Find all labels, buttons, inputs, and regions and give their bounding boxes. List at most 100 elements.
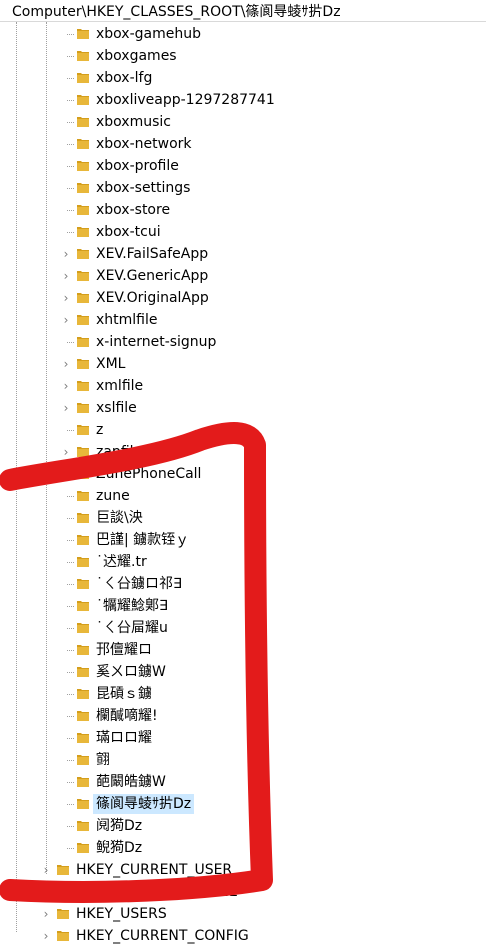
chevron-right-icon[interactable]: › <box>60 314 72 326</box>
tree-item-label[interactable]: 璊ロロ耀 <box>93 728 155 748</box>
tree-item[interactable]: 篠阆㝵䗀ｻ扸Dz <box>0 793 486 815</box>
tree-item[interactable]: › HKEY_USERS <box>0 903 486 925</box>
tree-item[interactable]: 翧 <box>0 749 486 771</box>
tree-item[interactable]: 欄醎嘀耀! <box>0 705 486 727</box>
tree-item-label[interactable]: HKEY_CURRENT_USER <box>73 860 235 880</box>
tree-item-label[interactable]: 翧 <box>93 750 113 770</box>
tree-item[interactable]: ˙迖耀.tr <box>0 551 486 573</box>
tree-item-label[interactable]: XEV.GenericApp <box>93 266 211 286</box>
registry-tree[interactable]: xbox-gamehub xboxgames xbox-lfg xboxliveapp… <box>0 22 486 944</box>
tree-item-label[interactable]: xbox-settings <box>93 178 193 198</box>
tree-item-label[interactable]: HKEY_USERS <box>73 904 170 924</box>
tree-item-label[interactable]: ˙ㄑ㕣鐪ロ祁∃ <box>93 574 185 594</box>
tree-item[interactable]: › HKEY_LOCAL_MACHINE <box>0 881 486 903</box>
tree-item-label[interactable]: ZunePhoneCall <box>93 464 204 484</box>
tree-item-label[interactable]: xbox-network <box>93 134 195 154</box>
tree-item[interactable]: › XEV.GenericApp <box>0 265 486 287</box>
tree-item-label[interactable]: XEV.OriginalApp <box>93 288 212 308</box>
tree-item[interactable]: › XEV.FailSafeApp <box>0 243 486 265</box>
tree-item[interactable]: 邘儃耀ロ <box>0 639 486 661</box>
tree-item[interactable]: › zapfil <box>0 441 486 463</box>
tree-item[interactable]: xbox-tcui <box>0 221 486 243</box>
tree-item[interactable]: › XEV.OriginalApp <box>0 287 486 309</box>
chevron-right-icon[interactable]: › <box>40 864 52 876</box>
tree-item[interactable]: 璊ロロ耀 <box>0 727 486 749</box>
tree-item-label[interactable]: xboxliveapp-1297287741 <box>93 90 278 110</box>
tree-item[interactable]: ˙ㄑ㕣屇耀u <box>0 617 486 639</box>
tree-item-label[interactable]: ˙迖耀.tr <box>93 552 150 572</box>
tree-item-label[interactable]: xbox-tcui <box>93 222 164 242</box>
tree-item-label[interactable]: 巴謹| 鐪款铚ｙ <box>93 530 192 550</box>
tree-item[interactable]: 巴謹| 鐪款铚ｙ <box>0 529 486 551</box>
tree-item[interactable]: xboxgames <box>0 45 486 67</box>
tree-item[interactable]: ˙犡耀鯰鄓∃ <box>0 595 486 617</box>
chevron-right-icon[interactable]: › <box>40 908 52 920</box>
tree-item[interactable]: 奚ㄨロ鐪W <box>0 661 486 683</box>
tree-item-label[interactable]: xslfile <box>93 398 140 418</box>
tree-item-label[interactable]: zune <box>93 486 133 506</box>
chevron-right-icon[interactable]: › <box>60 380 72 392</box>
tree-item-label[interactable]: ˙ㄑ㕣屇耀u <box>93 618 171 638</box>
tree-item-label[interactable]: xboxgames <box>93 46 180 66</box>
tree-item[interactable]: xbox-store <box>0 199 486 221</box>
tree-item[interactable]: xbox-settings <box>0 177 486 199</box>
tree-item-label[interactable]: xhtmlfile <box>93 310 161 330</box>
tree-item-label[interactable]: HKEY_CURRENT_CONFIG <box>73 926 252 946</box>
tree-item[interactable]: › ZunePhoneCall <box>0 463 486 485</box>
tree-item-label[interactable]: XML <box>93 354 128 374</box>
tree-item-label[interactable]: xbox-profile <box>93 156 182 176</box>
tree-item[interactable]: 巨談\泱 <box>0 507 486 529</box>
tree-item[interactable]: xboxliveapp-1297287741 <box>0 89 486 111</box>
tree-item[interactable]: xbox-profile <box>0 155 486 177</box>
tree-connector <box>67 56 74 57</box>
tree-item[interactable]: ˙ㄑ㕣鐪ロ祁∃ <box>0 573 486 595</box>
tree-item-label[interactable]: xbox-gamehub <box>93 24 204 44</box>
tree-item-label[interactable]: 鲵㺃Dz <box>93 838 145 858</box>
tree-item-label[interactable]: 邘儃耀ロ <box>93 640 155 660</box>
chevron-right-icon[interactable]: › <box>60 248 72 260</box>
chevron-right-icon[interactable]: › <box>60 358 72 370</box>
tree-item[interactable]: › HKEY_CURRENT_CONFIG <box>0 925 486 947</box>
tree-item-label[interactable]: xbox-lfg <box>93 68 155 88</box>
chevron-right-icon[interactable]: › <box>60 292 72 304</box>
tree-item-label[interactable]: xmlfile <box>93 376 146 396</box>
tree-item-label-selected[interactable]: 篠阆㝵䗀ｻ扸Dz <box>93 794 195 814</box>
folder-icon <box>77 513 89 523</box>
tree-item[interactable]: 阋㺃Dz <box>0 815 486 837</box>
chevron-right-icon[interactable]: › <box>60 446 72 458</box>
tree-item-label[interactable]: HKEY_LOCAL_MACHINE <box>73 882 241 902</box>
tree-item-label[interactable]: x-internet-signup <box>93 332 219 352</box>
chevron-right-icon[interactable]: › <box>40 886 52 898</box>
tree-item-label[interactable]: zapfil <box>93 442 137 462</box>
tree-item[interactable]: › xhtmlfile <box>0 309 486 331</box>
tree-item[interactable]: z <box>0 419 486 441</box>
chevron-right-icon[interactable]: › <box>60 402 72 414</box>
tree-item[interactable]: 鲵㺃Dz <box>0 837 486 859</box>
tree-item[interactable]: zune <box>0 485 486 507</box>
tree-item[interactable]: x-internet-signup <box>0 331 486 353</box>
tree-item-label[interactable]: ˙犡耀鯰鄓∃ <box>93 596 171 616</box>
chevron-right-icon[interactable]: › <box>60 270 72 282</box>
tree-item[interactable]: › XML <box>0 353 486 375</box>
tree-item[interactable]: › xslfile <box>0 397 486 419</box>
address-bar[interactable]: Computer\HKEY_CLASSES_ROOT\篠阆㝵䗀ｻ扸Dz <box>0 0 486 22</box>
tree-item[interactable]: › xmlfile <box>0 375 486 397</box>
tree-item-label[interactable]: 欄醎嘀耀! <box>93 706 161 726</box>
tree-item-label[interactable]: XEV.FailSafeApp <box>93 244 211 264</box>
tree-item-label[interactable]: z <box>93 420 106 440</box>
tree-item[interactable]: xbox-network <box>0 133 486 155</box>
tree-item-label[interactable]: xboxmusic <box>93 112 174 132</box>
tree-item-label[interactable]: 昆碽ｓ鐪 <box>93 684 155 704</box>
tree-item-label[interactable]: 葩闞皓鐪W <box>93 772 169 792</box>
tree-item-label[interactable]: 巨談\泱 <box>93 508 146 528</box>
tree-item[interactable]: 葩闞皓鐪W <box>0 771 486 793</box>
chevron-right-icon[interactable]: › <box>60 468 72 480</box>
tree-item[interactable]: › HKEY_CURRENT_USER <box>0 859 486 881</box>
tree-item-label[interactable]: 奚ㄨロ鐪W <box>93 662 169 682</box>
tree-item[interactable]: xbox-gamehub <box>0 23 486 45</box>
tree-item-label[interactable]: xbox-store <box>93 200 173 220</box>
tree-item[interactable]: xboxmusic <box>0 111 486 133</box>
tree-item[interactable]: 昆碽ｓ鐪 <box>0 683 486 705</box>
tree-item[interactable]: xbox-lfg <box>0 67 486 89</box>
tree-item-label[interactable]: 阋㺃Dz <box>93 816 145 836</box>
